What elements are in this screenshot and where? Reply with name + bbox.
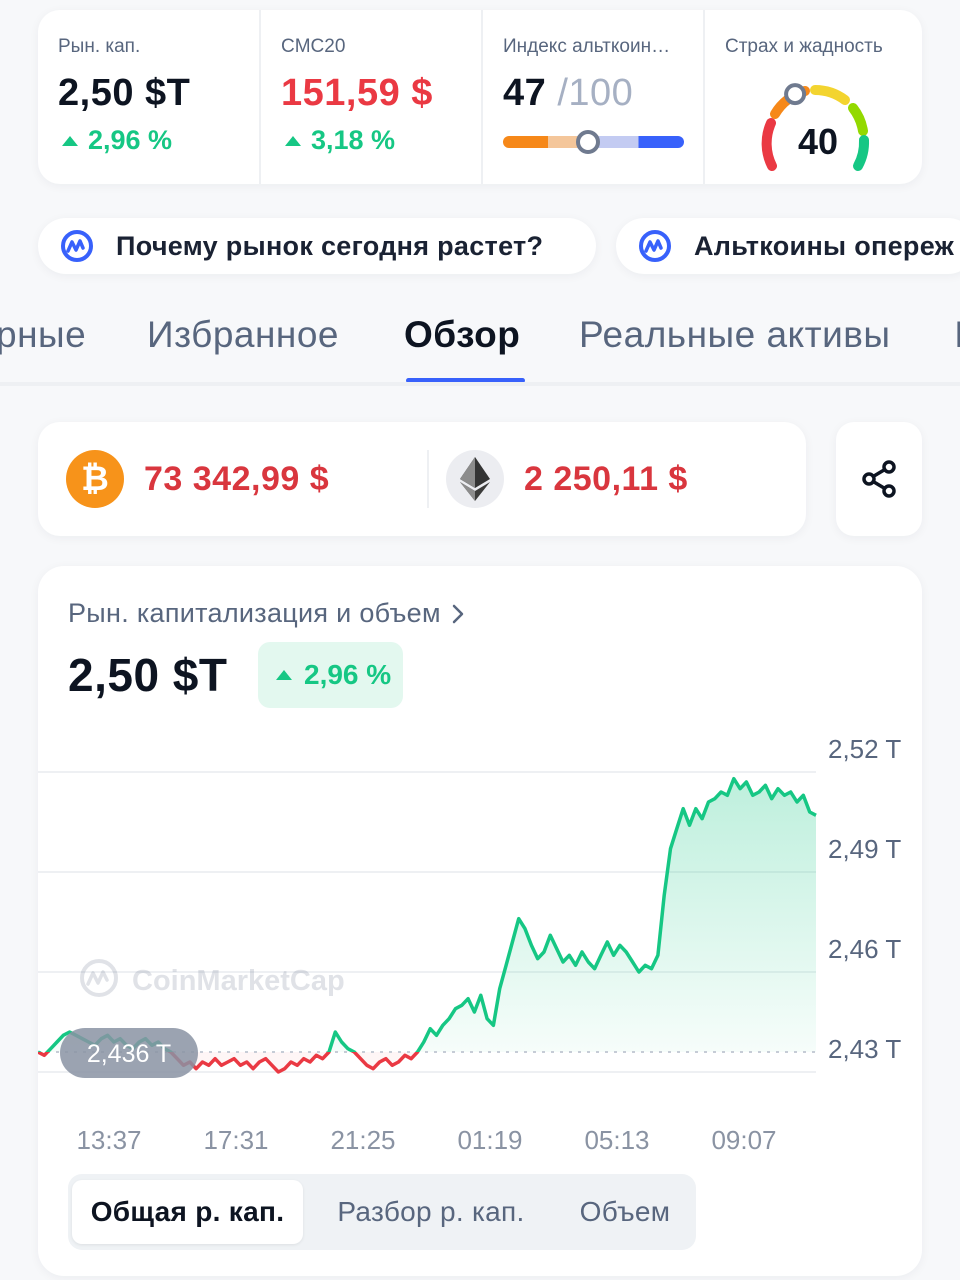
chip-text: Почему рынок сегодня растет? [116,230,544,261]
y-tick-label: 2,52 T [828,734,901,764]
fear-greed-knob [784,83,807,106]
chart-mode-selector: Общая р. кап. Разбор р. кап. Объем [68,1174,696,1250]
stat-fear-greed[interactable]: Страх и жадность 40 [703,10,922,184]
market-stats-bar: Рын. кап. 2,50 $T 2,96 % CMC20 151,59 $ … [38,10,922,184]
cmc-ai-icon [61,230,93,262]
stat-change: 3,18 % [281,125,481,156]
x-tick-label: 21:25 [330,1125,395,1155]
baseline-value: 2,436 T [87,1040,171,1068]
eth-price-item[interactable]: 2 250,11 $ [446,450,688,508]
btc-price: 73 342,99 $ [144,459,330,498]
share-icon [862,460,896,498]
active-tab-indicator [406,378,525,382]
stat-label: Индекс альткоин… [503,36,671,57]
tab-real-world-assets[interactable]: Реальные активы [579,314,891,356]
bitcoin-icon: ₿ [66,450,124,508]
tab-market-cap-breakdown[interactable]: Разбор р. кап. [320,1180,542,1244]
btc-price-item[interactable]: ₿ 73 342,99 $ [66,450,329,508]
stat-cmc20[interactable]: CMC20 151,59 $ 3,18 % [259,10,481,184]
stat-label: Страх и жадность [725,36,883,57]
tab-next[interactable]: I [954,314,960,356]
ethereum-icon [446,450,504,508]
stat-value: 2,50 $T [58,72,191,114]
triangle-up-icon [62,135,78,146]
tab-popular[interactable]: рные [0,314,86,356]
altcoin-index-value: 47 [503,72,547,114]
cmc-ai-icon [639,230,671,262]
stat-value: 151,59 $ [281,72,433,114]
tab-watchlist[interactable]: Избранное [147,314,339,356]
altcoin-index-max: /100 [557,72,634,114]
eth-price: 2 250,11 $ [524,459,688,498]
altcoin-index-knob [576,130,601,154]
tab-total-market-cap[interactable]: Общая р. кап. [72,1180,303,1244]
stat-change-value: 2,96 % [88,125,173,155]
baseline-label: 2,436 T [60,1028,198,1078]
divider [427,450,429,508]
share-button[interactable] [836,422,922,536]
ai-question-chip[interactable]: Альткоины опереж [616,218,960,274]
fear-greed-value: 40 [798,121,838,162]
x-tick-label: 09:07 [711,1125,776,1155]
triangle-up-icon [285,135,301,146]
coin-price-strip: ₿ 73 342,99 $ 2 250,11 $ [38,422,806,536]
stat-value: 47 /100 [503,72,703,115]
stat-label: Рын. кап. [58,36,141,57]
tab-overview[interactable]: Обзор [404,314,520,356]
stat-change-value: 3,18 % [311,125,396,155]
ai-question-chip[interactable]: Почему рынок сегодня растет? [38,218,596,274]
x-tick-label: 05:13 [584,1125,649,1155]
x-tick-label: 13:37 [76,1125,141,1155]
x-tick-label: 17:31 [203,1125,268,1155]
market-cap-card: Рын. капитализация и объем 2,50 $T 2,96 … [38,566,922,1276]
y-tick-label: 2,49 T [828,834,901,864]
fear-greed-gauge: 40 [761,83,870,171]
chart-watermark: CoinMarketCap [80,959,345,997]
x-tick-label: 01:19 [457,1125,522,1155]
watermark-text: CoinMarketCap [132,965,345,997]
y-tick-label: 2,43 T [828,1034,901,1064]
stat-altcoin-index[interactable]: Индекс альткоин… 47 /100 [481,10,703,184]
chip-text: Альткоины опереж [694,230,955,261]
market-cap-chart[interactable]: CoinMarketCap 2,436 T 2,43 T 2,46 T 2,49 T… [38,566,922,1166]
category-tabs: рные Избранное Обзор Реальные активы I [0,296,960,386]
y-tick-label: 2,46 T [828,934,901,964]
stat-label: CMC20 [281,36,346,57]
altcoin-index-bar [503,130,684,154]
tab-volume[interactable]: Объем [558,1180,692,1244]
stat-change: 2,96 % [58,125,259,156]
stat-market-cap[interactable]: Рын. кап. 2,50 $T 2,96 % [38,10,259,184]
